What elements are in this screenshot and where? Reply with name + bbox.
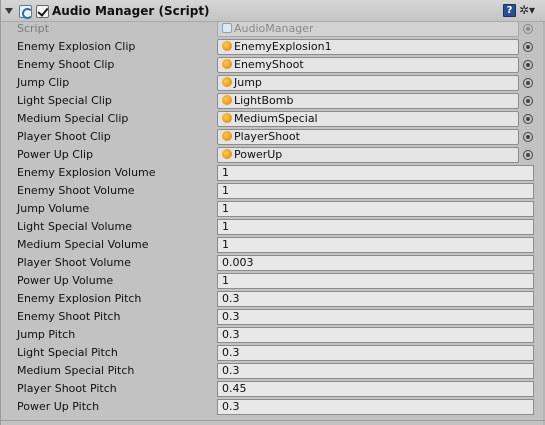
field-label: Enemy Shoot Pitch bbox=[17, 310, 121, 323]
pitch-row: Player Shoot Pitch 0.45 bbox=[1, 380, 545, 398]
clip-row: Light Special Clip LightBomb bbox=[1, 92, 545, 110]
field-value: Jump bbox=[234, 76, 262, 89]
foldout-arrow-icon[interactable] bbox=[5, 8, 13, 14]
float-field[interactable]: 0.3 bbox=[217, 327, 534, 343]
volume-row: Medium Special Volume 1 bbox=[1, 236, 545, 254]
field-value: PowerUp bbox=[234, 148, 283, 161]
object-picker-icon[interactable] bbox=[523, 78, 533, 88]
help-icon[interactable]: ? bbox=[503, 4, 516, 17]
field-label: Jump Pitch bbox=[17, 328, 76, 341]
audio-clip-icon bbox=[222, 95, 232, 105]
clip-row: Player Shoot Clip PlayerShoot bbox=[1, 128, 545, 146]
audio-clip-icon bbox=[222, 149, 232, 159]
script-asset-icon bbox=[222, 23, 232, 33]
inspector-panel: Audio Manager (Script) ? ✲▾ Script Audio… bbox=[0, 0, 545, 425]
audio-clip-icon bbox=[222, 131, 232, 141]
volume-row: Power Up Volume 1 bbox=[1, 272, 545, 290]
object-picker-icon[interactable] bbox=[523, 60, 533, 70]
field-value: EnemyShoot bbox=[234, 58, 304, 71]
divider bbox=[1, 420, 545, 421]
audio-clip-icon bbox=[222, 113, 232, 123]
volume-row: Enemy Explosion Volume 1 bbox=[1, 164, 545, 182]
float-field[interactable]: 1 bbox=[217, 273, 534, 289]
float-field[interactable]: 0.3 bbox=[217, 363, 534, 379]
pitch-row: Jump Pitch 0.3 bbox=[1, 326, 545, 344]
field-value: MediumSpecial bbox=[234, 112, 318, 125]
pitch-row: Enemy Shoot Pitch 0.3 bbox=[1, 308, 545, 326]
float-field[interactable]: 1 bbox=[217, 237, 534, 253]
field-label: Light Special Pitch bbox=[17, 346, 118, 359]
object-picker-icon[interactable] bbox=[523, 132, 533, 142]
component-enabled-checkbox[interactable] bbox=[36, 5, 49, 18]
volume-row: Jump Volume 1 bbox=[1, 200, 545, 218]
audio-clip-field[interactable]: EnemyShoot bbox=[217, 57, 519, 73]
audio-clip-icon bbox=[222, 77, 232, 87]
float-field[interactable]: 0.3 bbox=[217, 309, 534, 325]
field-label: Enemy Shoot Clip bbox=[17, 58, 115, 71]
clip-row: Jump Clip Jump bbox=[1, 74, 545, 92]
pitch-row: Power Up Pitch 0.3 bbox=[1, 398, 545, 416]
field-label: Light Special Volume bbox=[17, 220, 132, 233]
volume-row: Light Special Volume 1 bbox=[1, 218, 545, 236]
field-value: EnemyExplosion1 bbox=[234, 40, 332, 53]
field-label: Power Up Volume bbox=[17, 274, 114, 287]
script-value: AudioManager bbox=[234, 22, 314, 35]
field-label: Player Shoot Pitch bbox=[17, 382, 117, 395]
field-label: Power Up Clip bbox=[17, 148, 94, 161]
object-picker-icon[interactable] bbox=[523, 114, 533, 124]
pitch-row: Medium Special Pitch 0.3 bbox=[1, 362, 545, 380]
pitch-row: Light Special Pitch 0.3 bbox=[1, 344, 545, 362]
script-label: Script bbox=[17, 22, 49, 35]
field-label: Player Shoot Clip bbox=[17, 130, 111, 143]
object-picker-icon[interactable] bbox=[523, 96, 533, 106]
audio-clip-field[interactable]: PlayerShoot bbox=[217, 129, 519, 145]
field-value: LightBomb bbox=[234, 94, 294, 107]
clip-row: Enemy Explosion Clip EnemyExplosion1 bbox=[1, 38, 545, 56]
object-picker-icon[interactable] bbox=[523, 42, 533, 52]
volume-row: Player Shoot Volume 0.003 bbox=[1, 254, 545, 272]
float-field[interactable]: 1 bbox=[217, 183, 534, 199]
audio-clip-field[interactable]: MediumSpecial bbox=[217, 111, 519, 127]
clip-row: Enemy Shoot Clip EnemyShoot bbox=[1, 56, 545, 74]
object-picker-icon[interactable] bbox=[523, 150, 533, 160]
field-label: Medium Special Pitch bbox=[17, 364, 135, 377]
gear-icon[interactable]: ✲▾ bbox=[519, 3, 543, 18]
field-label: Enemy Shoot Volume bbox=[17, 184, 135, 197]
script-row: Script AudioManager bbox=[1, 20, 545, 38]
float-field[interactable]: 1 bbox=[217, 201, 534, 217]
clip-row: Medium Special Clip MediumSpecial bbox=[1, 110, 545, 128]
pitch-row: Enemy Explosion Pitch 0.3 bbox=[1, 290, 545, 308]
float-field[interactable]: 0.45 bbox=[217, 381, 534, 397]
float-field[interactable]: 1 bbox=[217, 165, 534, 181]
audio-clip-field[interactable]: EnemyExplosion1 bbox=[217, 39, 519, 55]
field-label: Enemy Explosion Clip bbox=[17, 40, 136, 53]
float-field[interactable]: 0.3 bbox=[217, 291, 534, 307]
field-label: Jump Volume bbox=[17, 202, 90, 215]
volume-row: Enemy Shoot Volume 1 bbox=[1, 182, 545, 200]
field-label: Medium Special Clip bbox=[17, 112, 129, 125]
field-label: Enemy Explosion Pitch bbox=[17, 292, 142, 305]
script-icon bbox=[19, 5, 33, 19]
field-label: Enemy Explosion Volume bbox=[17, 166, 156, 179]
field-value: PlayerShoot bbox=[234, 130, 300, 143]
audio-clip-field[interactable]: PowerUp bbox=[217, 147, 519, 163]
script-field: AudioManager bbox=[217, 21, 519, 37]
field-label: Medium Special Volume bbox=[17, 238, 149, 251]
audio-clip-field[interactable]: Jump bbox=[217, 75, 519, 91]
field-label: Jump Clip bbox=[17, 76, 70, 89]
field-label: Light Special Clip bbox=[17, 94, 112, 107]
float-field[interactable]: 0.3 bbox=[217, 345, 534, 361]
component-title: Audio Manager (Script) bbox=[52, 4, 210, 18]
clip-row: Power Up Clip PowerUp bbox=[1, 146, 545, 164]
float-field[interactable]: 1 bbox=[217, 219, 534, 235]
component-header[interactable]: Audio Manager (Script) ? ✲▾ bbox=[1, 0, 545, 22]
float-field[interactable]: 0.003 bbox=[217, 255, 534, 271]
object-picker-icon bbox=[523, 24, 533, 34]
field-label: Power Up Pitch bbox=[17, 400, 100, 413]
audio-clip-field[interactable]: LightBomb bbox=[217, 93, 519, 109]
float-field[interactable]: 0.3 bbox=[217, 399, 534, 415]
audio-clip-icon bbox=[222, 41, 232, 51]
field-label: Player Shoot Volume bbox=[17, 256, 131, 269]
audio-clip-icon bbox=[222, 59, 232, 69]
